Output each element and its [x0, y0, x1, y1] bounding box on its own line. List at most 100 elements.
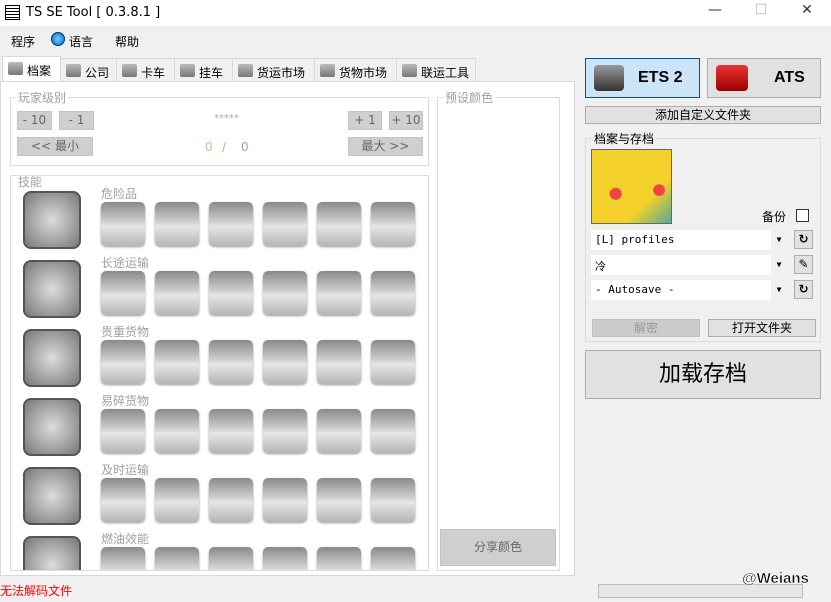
skill-level-slot[interactable]: [317, 202, 361, 246]
tab-convoy-tools[interactable]: 联运工具: [396, 58, 476, 82]
share-colors-button[interactable]: 分享颜色: [440, 529, 556, 566]
tab-label: 联运工具: [421, 66, 470, 80]
ets2-button[interactable]: ETS 2: [585, 58, 700, 98]
tab-label: 货运市场: [257, 66, 306, 80]
tab-profile[interactable]: 档案: [2, 56, 61, 82]
skill-level-slot[interactable]: [155, 202, 199, 246]
title-bar: TS SE Tool [ 0.3.8.1 ] — ☐ ✕: [0, 0, 831, 26]
skill-level-slot[interactable]: [317, 409, 361, 453]
max-level-button[interactable]: 最大 >>: [348, 137, 423, 156]
tab-label: 公司: [85, 66, 110, 80]
freight-market-tab-icon: [238, 64, 253, 77]
skill-level-slot[interactable]: [209, 409, 253, 453]
tab-truck[interactable]: 卡车: [116, 58, 175, 82]
skills-group: 技能 危险品 长途运输 贵重货物 易碎货物 及时运输 燃油效能: [10, 175, 429, 571]
skill-level-slot[interactable]: [101, 547, 145, 570]
skill-level-slot[interactable]: [371, 478, 415, 522]
tab-cargo-market[interactable]: 货物市场: [314, 58, 397, 82]
ats-truck-icon: [716, 65, 748, 91]
tab-label: 卡车: [141, 66, 166, 80]
skill-level-slot[interactable]: [371, 547, 415, 570]
tab-label: 档案: [27, 64, 52, 78]
skill-level-slot[interactable]: [371, 271, 415, 315]
cargo-market-tab-icon: [320, 64, 335, 77]
skill-level-slot[interactable]: [155, 478, 199, 522]
tab-company[interactable]: 公司: [60, 58, 117, 82]
skill-level-slot[interactable]: [263, 547, 307, 570]
skill-level-slot[interactable]: [209, 271, 253, 315]
skill-level-slot[interactable]: [101, 478, 145, 522]
ets2-truck-icon: [594, 65, 624, 91]
profile-value: 冷: [595, 260, 606, 273]
skill-level-slot[interactable]: [371, 202, 415, 246]
skill-level-slot[interactable]: [263, 340, 307, 384]
load-save-button[interactable]: 加载存档: [585, 350, 821, 399]
plus-1-button[interactable]: + 1: [348, 111, 382, 130]
skill-label: 及时运输: [101, 463, 150, 477]
profile-tab-panel: 玩家级别 - 10 - 1 ***** + 1 + 10 << 最小 0 / 0…: [0, 81, 575, 576]
skill-icon: [23, 260, 81, 318]
add-custom-folder-button[interactable]: 添加自定义文件夹: [585, 106, 821, 124]
profile-tab-icon: [8, 62, 23, 75]
skill-level-slot[interactable]: [155, 547, 199, 570]
skill-level-slot[interactable]: [317, 271, 361, 315]
skill-level-slot[interactable]: [101, 340, 145, 384]
skill-level-slot[interactable]: [263, 478, 307, 522]
skill-level-slot[interactable]: [209, 340, 253, 384]
skill-level-slot[interactable]: [101, 202, 145, 246]
skill-level-slot[interactable]: [371, 340, 415, 384]
tab-freight-market[interactable]: 货运市场: [232, 58, 315, 82]
skills-label: 技能: [16, 175, 45, 190]
skill-level-slot[interactable]: [317, 547, 361, 570]
profiles-folder-select[interactable]: [L] profiles ▼: [591, 230, 787, 250]
open-folder-button[interactable]: 打开文件夹: [708, 319, 816, 337]
convoy-tools-tab-icon: [402, 64, 417, 77]
skill-level-slot[interactable]: [317, 478, 361, 522]
skill-level-slot[interactable]: [155, 271, 199, 315]
refresh-icon[interactable]: ↻: [794, 230, 813, 249]
skill-label: 长途运输: [101, 256, 150, 270]
skill-icon: [23, 398, 81, 456]
min-level-button[interactable]: << 最小: [17, 137, 93, 156]
profile-select[interactable]: 冷 ▼: [591, 255, 787, 275]
tab-label: 货物市场: [339, 66, 388, 80]
chevron-down-icon: ▼: [771, 280, 787, 300]
skill-level-slot[interactable]: [155, 340, 199, 384]
skill-level-slot[interactable]: [209, 202, 253, 246]
backup-checkbox[interactable]: [796, 209, 809, 222]
minimize-button[interactable]: —: [700, 2, 730, 24]
skill-icon: [23, 329, 81, 387]
skill-level-slot[interactable]: [101, 271, 145, 315]
plus-10-button[interactable]: + 10: [389, 111, 423, 130]
tab-trailer[interactable]: 挂车: [174, 58, 233, 82]
menu-program[interactable]: 程序: [11, 33, 35, 50]
menu-language[interactable]: 语言: [69, 33, 93, 50]
skill-level-slot[interactable]: [263, 202, 307, 246]
ets2-label: ETS 2: [638, 69, 683, 86]
level-separator: /: [222, 140, 227, 154]
minus-1-button[interactable]: - 1: [59, 111, 94, 130]
skill-level-slot[interactable]: [101, 409, 145, 453]
skill-level-slot[interactable]: [209, 478, 253, 522]
decrypt-button[interactable]: 解密: [592, 319, 700, 337]
preset-colors-group: 预设颜色 分享颜色: [437, 89, 560, 571]
maximize-button[interactable]: ☐: [746, 2, 776, 24]
skill-level-slot[interactable]: [263, 409, 307, 453]
trailer-tab-icon: [180, 64, 195, 77]
skill-level-slot[interactable]: [263, 271, 307, 315]
ats-label: ATS: [774, 69, 805, 86]
skill-icon: [23, 536, 81, 570]
menu-help[interactable]: 帮助: [115, 33, 139, 50]
profile-avatar: [591, 149, 672, 224]
edit-icon[interactable]: ✎: [794, 255, 813, 274]
refresh-icon[interactable]: ↻: [794, 280, 813, 299]
close-button[interactable]: ✕: [792, 2, 822, 24]
ats-button[interactable]: ATS: [707, 58, 821, 98]
skill-level-slot[interactable]: [209, 547, 253, 570]
skill-level-slot[interactable]: [155, 409, 199, 453]
profiles-folder-value: [L] profiles: [595, 233, 675, 246]
skill-level-slot[interactable]: [371, 409, 415, 453]
save-select[interactable]: - Autosave - ▼: [591, 280, 787, 300]
skill-level-slot[interactable]: [317, 340, 361, 384]
minus-10-button[interactable]: - 10: [17, 111, 52, 130]
